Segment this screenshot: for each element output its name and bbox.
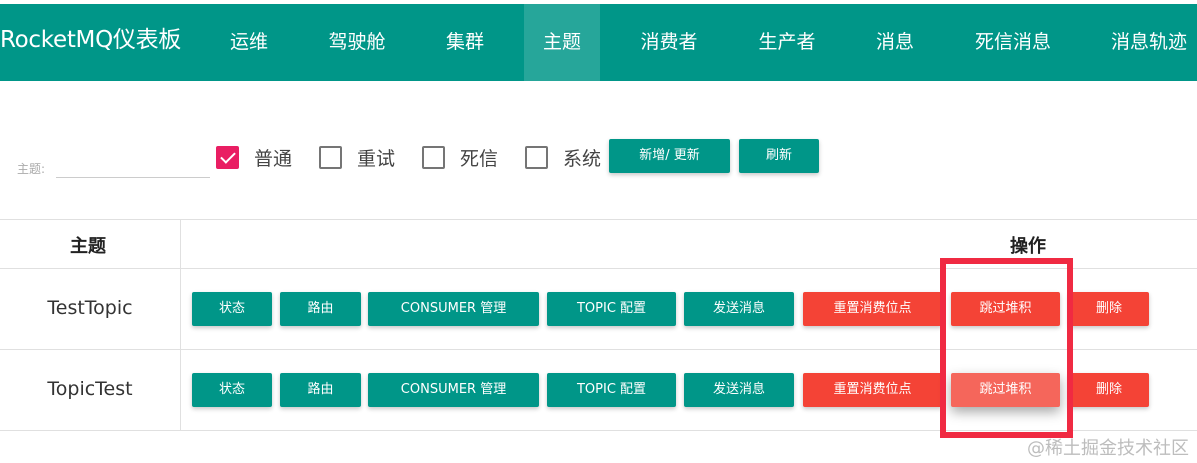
nav-item-producer[interactable]: 生产者 [740, 4, 834, 81]
topic-filter-label: 主题: [17, 162, 46, 176]
delete-button[interactable]: 删除 [1069, 373, 1149, 407]
checkbox-checked-icon[interactable] [216, 145, 239, 169]
refresh-button[interactable]: 刷新 [739, 139, 819, 173]
delete-button[interactable]: 删除 [1069, 292, 1149, 326]
nav-item-message[interactable]: 消息 [858, 4, 932, 81]
add-update-topic-button[interactable]: 新增/ 更新 [609, 139, 730, 173]
brand-title[interactable]: RocketMQ仪表板 [0, 20, 181, 54]
column-header-topic: 主题 [70, 236, 106, 257]
table-column-divider [180, 220, 181, 430]
consumer-manage-button[interactable]: CONSUMER 管理 [368, 292, 539, 326]
checkbox-unchecked-icon[interactable] [525, 145, 548, 169]
table-row-topic-name: TopicTest [47, 378, 133, 400]
checkbox-dlq[interactable]: 死信 [422, 144, 498, 170]
checkbox-retry[interactable]: 重试 [319, 144, 395, 170]
nav-item-ops[interactable]: 运维 [214, 4, 284, 81]
checkbox-retry-label: 重试 [357, 147, 396, 170]
nav-item-topic[interactable]: 主题 [524, 4, 600, 81]
send-message-button[interactable]: 发送消息 [684, 292, 794, 326]
send-message-button[interactable]: 发送消息 [684, 373, 794, 407]
nav-item-cluster[interactable]: 集群 [428, 4, 502, 81]
checkbox-normal-label: 普通 [254, 147, 293, 170]
table-row-topic-name: TestTopic [47, 297, 133, 319]
reset-offset-button[interactable]: 重置消费位点 [803, 373, 942, 407]
reset-offset-button[interactable]: 重置消费位点 [803, 292, 942, 326]
column-header-actions: 操作 [1010, 236, 1046, 257]
annotation-highlight-box [940, 258, 1073, 438]
nav-item-dashboard[interactable]: 驾驶舱 [312, 4, 402, 81]
topic-config-button[interactable]: TOPIC 配置 [547, 373, 676, 407]
topic-filter-input[interactable] [56, 152, 210, 178]
status-button[interactable]: 状态 [192, 373, 272, 407]
route-button[interactable]: 路由 [280, 292, 361, 326]
watermark: @稀土掘金技术社区 [1027, 438, 1189, 459]
nav-item-message-trace[interactable]: 消息轨迹 [1094, 4, 1197, 81]
checkbox-unchecked-icon[interactable] [319, 145, 342, 169]
top-navbar: RocketMQ仪表板 运维 驾驶舱 集群 主题 消费者 生产者 消息 死信消息… [0, 0, 1197, 81]
checkbox-dlq-label: 死信 [460, 147, 499, 170]
checkbox-system[interactable]: 系统 [525, 144, 601, 170]
checkbox-normal[interactable]: 普通 [216, 144, 292, 170]
topic-config-button[interactable]: TOPIC 配置 [547, 292, 676, 326]
route-button[interactable]: 路由 [280, 373, 361, 407]
nav-item-consumer[interactable]: 消费者 [622, 4, 716, 81]
consumer-manage-button[interactable]: CONSUMER 管理 [368, 373, 539, 407]
checkbox-unchecked-icon[interactable] [422, 145, 445, 169]
nav-item-dlq-message[interactable]: 死信消息 [958, 4, 1068, 81]
status-button[interactable]: 状态 [192, 292, 272, 326]
checkbox-system-label: 系统 [563, 147, 602, 170]
